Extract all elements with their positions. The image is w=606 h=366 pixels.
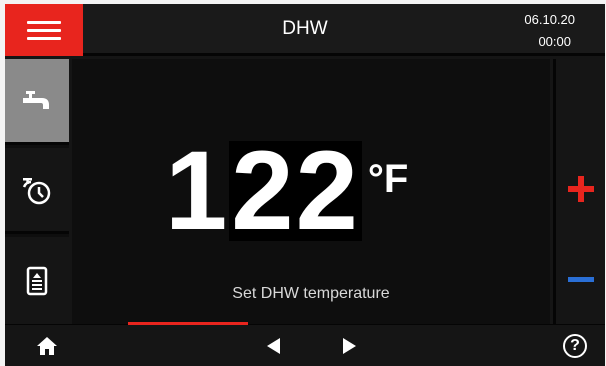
screen: DHW 06.10.20 00:00 1 22 °F Set DHW tempe… xyxy=(5,4,605,366)
help-button[interactable]: ? xyxy=(557,325,593,366)
sidebar-item-tank[interactable] xyxy=(5,237,69,324)
plus-icon xyxy=(567,176,594,202)
timer-program-icon xyxy=(22,177,51,204)
decrease-button[interactable] xyxy=(556,259,605,299)
temperature-display: 1 22 °F xyxy=(165,128,409,253)
page-title: DHW xyxy=(282,18,328,39)
menu-button[interactable] xyxy=(5,4,83,56)
temperature-value-selected[interactable]: 22 xyxy=(229,135,362,247)
date-display: 06.10.20 xyxy=(524,12,575,27)
help-icon: ? xyxy=(563,334,587,358)
sidebar-item-dhw-tap[interactable] xyxy=(5,59,69,145)
hamburger-menu-icon xyxy=(27,20,61,40)
temperature-value: 1 xyxy=(165,128,230,253)
next-button[interactable] xyxy=(331,325,367,366)
right-sidebar xyxy=(553,59,605,324)
footer: ? xyxy=(5,322,605,366)
previous-button[interactable] xyxy=(255,325,291,366)
increase-button[interactable] xyxy=(556,169,605,209)
minus-icon xyxy=(567,276,594,282)
home-icon xyxy=(37,337,57,355)
header: DHW 06.10.20 00:00 xyxy=(5,4,605,56)
arrow-right-icon xyxy=(342,338,356,354)
storage-tank-icon xyxy=(26,266,48,295)
home-button[interactable] xyxy=(29,325,65,366)
arrow-left-icon xyxy=(266,338,280,354)
page-progress-bar xyxy=(128,322,248,325)
time-display: 00:00 xyxy=(538,34,571,49)
water-tap-icon xyxy=(23,90,49,109)
sidebar-item-timer[interactable] xyxy=(5,148,69,234)
temperature-unit: °F xyxy=(367,157,409,201)
temperature-caption: Set DHW temperature xyxy=(232,285,390,302)
left-sidebar xyxy=(5,59,69,324)
temperature-panel: 1 22 °F Set DHW temperature xyxy=(72,59,550,324)
